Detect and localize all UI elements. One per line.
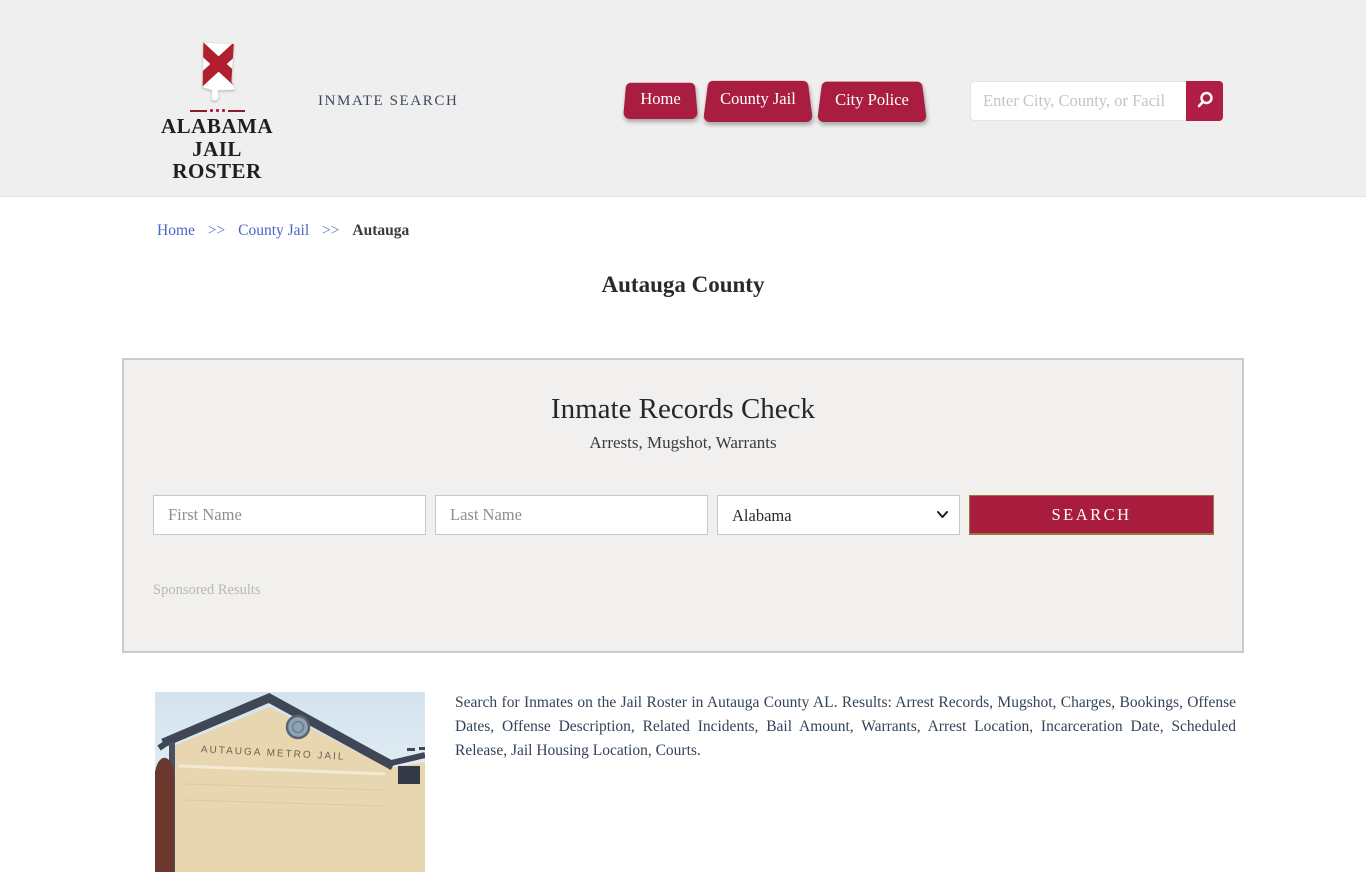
breadcrumb-link-county-jail[interactable]: County Jail [238,222,309,239]
breadcrumb-link-home[interactable]: Home [157,222,195,239]
alabama-jail-roster-logo[interactable]: ALABAMA JAIL ROSTER [150,40,284,183]
breadcrumb-separator: >> [322,222,340,239]
logo-title-line2: JAIL ROSTER [172,136,262,184]
logo-divider [150,109,284,112]
nav-city-police-label: City Police [835,89,909,109]
records-panel-title: Inmate Records Check [550,393,816,425]
search-icon [1195,90,1215,113]
jail-photo: AUTAUGA METRO JAIL [155,692,426,872]
facility-search-input[interactable] [970,81,1186,121]
sponsored-results-label: Sponsored Results [153,582,261,598]
logo-title-line1: ALABAMA [161,114,273,138]
alabama-state-flag-icon [150,40,284,104]
facility-search-submit[interactable] [1186,81,1223,121]
nav-county-jail-button[interactable]: County Jail [703,76,813,122]
facility-search-bar [970,81,1223,121]
page-title: Autauga County [601,272,765,297]
inmate-search-tagline: INMATE SEARCH [318,93,459,109]
records-search-button[interactable]: SEARCH [969,495,1214,535]
first-name-input[interactable] [153,495,426,535]
nav-home-button[interactable]: Home [623,79,698,119]
records-panel-subtitle: Arrests, Mugshot, Warrants [589,433,777,452]
jail-description: Search for Inmates on the Jail Roster in… [455,694,1236,759]
last-name-input[interactable] [435,495,708,535]
inmate-records-panel: Inmate Records Check Arrests, Mugshot, W… [122,358,1244,653]
records-search-form: Alabama SEARCH [153,495,1214,535]
breadcrumb-current: Autauga [352,222,410,239]
nav-home-label: Home [640,89,681,108]
breadcrumb: Home >> County Jail >> Autauga [157,222,409,240]
nav-county-jail-label: County Jail [720,89,796,108]
breadcrumb-separator: >> [207,222,226,239]
state-select[interactable]: Alabama [717,495,960,535]
nav-city-police-button[interactable]: City Police [817,77,927,122]
state-select-wrap: Alabama [717,495,960,535]
header: ALABAMA JAIL ROSTER INMATE SEARCH Home C… [0,0,1366,197]
